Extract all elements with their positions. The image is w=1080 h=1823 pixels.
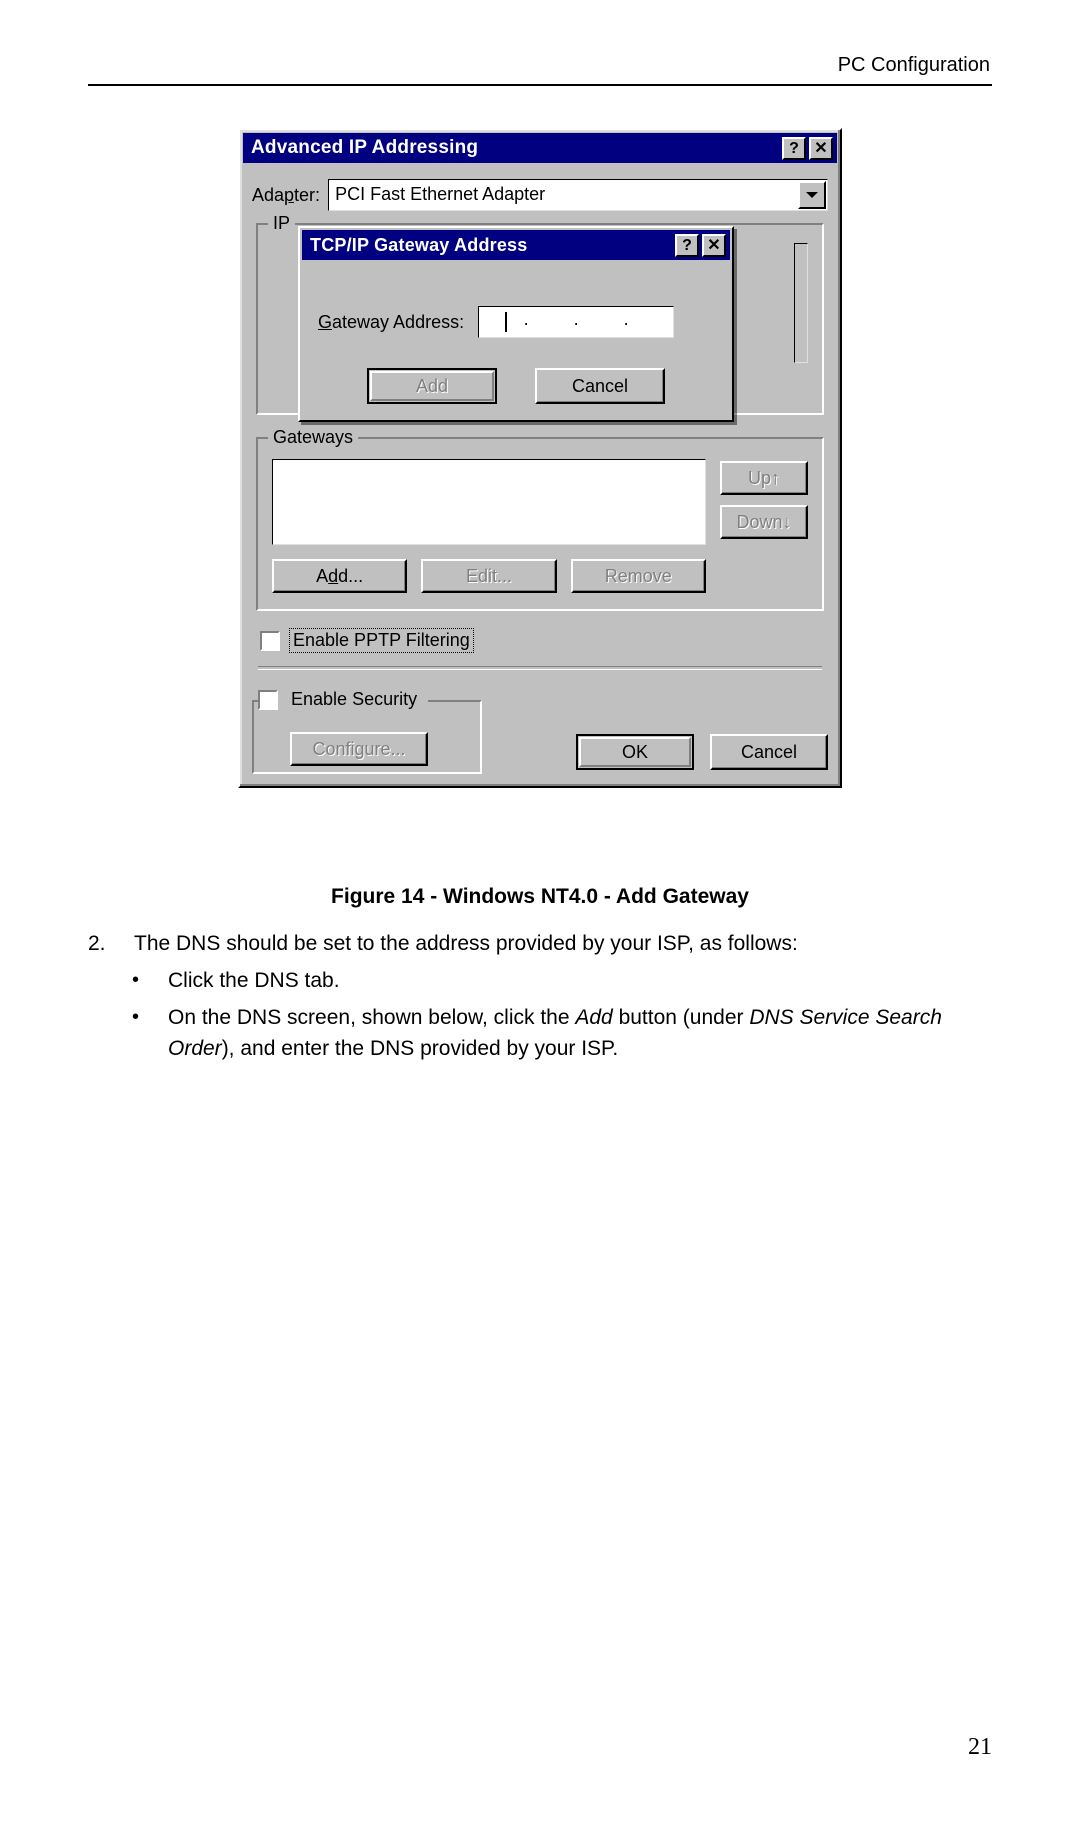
bullet-item-1: • Click the DNS tab. (88, 965, 992, 996)
help-icon[interactable]: ? (782, 136, 806, 160)
ip-separator-3: . (623, 309, 629, 329)
step-2: 2. The DNS should be set to the address … (88, 928, 992, 959)
section-divider (258, 666, 822, 670)
text-caret (505, 312, 508, 332)
dialog-titlebar: Advanced IP Addressing ? ✕ (243, 133, 837, 163)
pptp-filtering-row[interactable]: Enable PPTP Filtering (260, 628, 822, 653)
gateways-content: Up↑ Down↓ (272, 459, 808, 545)
inner-dialog-titlebar: TCP/IP Gateway Address ? ✕ (302, 230, 730, 260)
inner-add-button[interactable]: Add (367, 368, 497, 404)
cancel-button[interactable]: Cancel (710, 734, 828, 770)
up-button[interactable]: Up↑ (720, 461, 808, 495)
bullet-text-1: Click the DNS tab. (168, 969, 340, 992)
inner-dialog-body: Gateway Address: . . . Add Cancel (300, 260, 732, 414)
pptp-filtering-label: Enable PPTP Filtering (289, 628, 474, 653)
bullet-item-2: • On the DNS screen, shown below, click … (88, 1002, 992, 1064)
inner-dialog-titlebar-buttons: ? ✕ (675, 233, 726, 257)
step-2-number: 2. (88, 932, 106, 955)
gateway-remove-button[interactable]: Remove (570, 559, 706, 593)
security-configure-button[interactable]: Configure... (290, 732, 428, 766)
bullet-2-part2: button (under (612, 1006, 750, 1029)
gateways-legend-accel: G (273, 427, 288, 447)
page-header-title: PC Configuration (837, 54, 990, 76)
inner-cancel-button[interactable]: Cancel (535, 368, 665, 404)
gateway-address-label: Gateway Address: (318, 311, 465, 332)
gateway-add-button[interactable]: Ad d... (272, 559, 408, 593)
bullet-2-part3: ), and enter the DNS provided by your IS… (221, 1037, 619, 1060)
chevron-down-icon[interactable] (798, 181, 826, 209)
page-number: 21 (968, 1734, 992, 1760)
security-checkbox[interactable] (258, 689, 278, 710)
pptp-filtering-checkbox[interactable] (260, 630, 280, 651)
gateways-order-buttons: Up↑ Down↓ (720, 459, 808, 539)
close-icon[interactable]: ✕ (809, 136, 833, 160)
tcpip-gateway-address-dialog: TCP/IP Gateway Address ? ✕ Gateway Addre… (298, 226, 734, 422)
ok-button[interactable]: OK (576, 734, 694, 770)
adapter-combobox[interactable]: PCI Fast Ethernet Adapter (328, 179, 828, 211)
body-copy: 2. The DNS should be set to the address … (88, 928, 992, 1070)
security-and-actions-row: Enable Security Configure... OK Cancel (252, 688, 828, 774)
inner-close-icon[interactable]: ✕ (702, 233, 726, 257)
dialog-titlebar-buttons: ? ✕ (782, 136, 833, 160)
bullet-marker-1: • (132, 969, 140, 991)
adapter-combobox-value: PCI Fast Ethernet Adapter (335, 184, 546, 204)
chevron-down-glyph (806, 192, 818, 198)
dialog-action-buttons: OK Cancel (576, 734, 828, 774)
bullet-2-part1: On the DNS screen, shown below, click th… (168, 1006, 576, 1029)
adapter-label: Adapter: (252, 184, 321, 205)
page-header: PC Configuration (88, 52, 992, 86)
bullet-marker-2: • (132, 1006, 140, 1028)
gateways-groupbox-legend: Gateways (268, 427, 359, 448)
gateways-listbox[interactable] (272, 459, 706, 545)
step-2-bullets: • Click the DNS tab. • On the DNS screen… (88, 965, 992, 1064)
page-header-rule (88, 84, 992, 86)
inner-dialog-title: TCP/IP Gateway Address (310, 234, 528, 255)
inner-dialog-action-buttons: Add Cancel (318, 368, 714, 404)
adapter-row: Adapter: PCI Fast Ethernet Adapter (252, 179, 828, 211)
ip-separator-2: . (573, 309, 579, 329)
security-checkbox-row[interactable]: Enable Security (258, 688, 429, 711)
step-2-text: The DNS should be set to the address pro… (134, 932, 798, 955)
bullet-text-2: On the DNS screen, shown below, click th… (168, 1002, 992, 1064)
down-button[interactable]: Down↓ (720, 505, 808, 539)
gateway-address-input[interactable]: . . . (478, 306, 675, 338)
bullet-2-emphasis-add: Add (575, 1006, 613, 1029)
gateways-groupbox: Gateways Up↑ Down↓ Ad d... Edit... Remove (256, 427, 824, 611)
gateway-label-accel: G (318, 311, 333, 332)
inner-add-button-label: Add (415, 376, 449, 396)
security-section: Enable Security Configure... (252, 688, 482, 774)
adapter-label-accel: p (284, 184, 295, 205)
ip-groupbox-legend: IP (268, 213, 296, 234)
gateway-address-row: Gateway Address: . . . (318, 306, 714, 338)
security-label: Enable Security (291, 689, 418, 709)
ip-list-scrollbar[interactable] (794, 243, 808, 363)
inner-help-icon[interactable]: ? (675, 233, 699, 257)
gateways-action-buttons: Ad d... Edit... Remove (272, 559, 808, 593)
ip-separator-1: . (523, 309, 529, 329)
figure-advanced-ip-addressing: Advanced IP Addressing ? ✕ Adapter: PCI … (238, 128, 842, 788)
advanced-ip-addressing-dialog: Advanced IP Addressing ? ✕ Adapter: PCI … (238, 128, 842, 788)
gateway-edit-button[interactable]: Edit... (421, 559, 557, 593)
figure-caption: Figure 14 - Windows NT4.0 - Add Gateway (331, 885, 749, 908)
ok-button-label: OK (621, 742, 648, 762)
dialog-title: Advanced IP Addressing (251, 137, 479, 158)
